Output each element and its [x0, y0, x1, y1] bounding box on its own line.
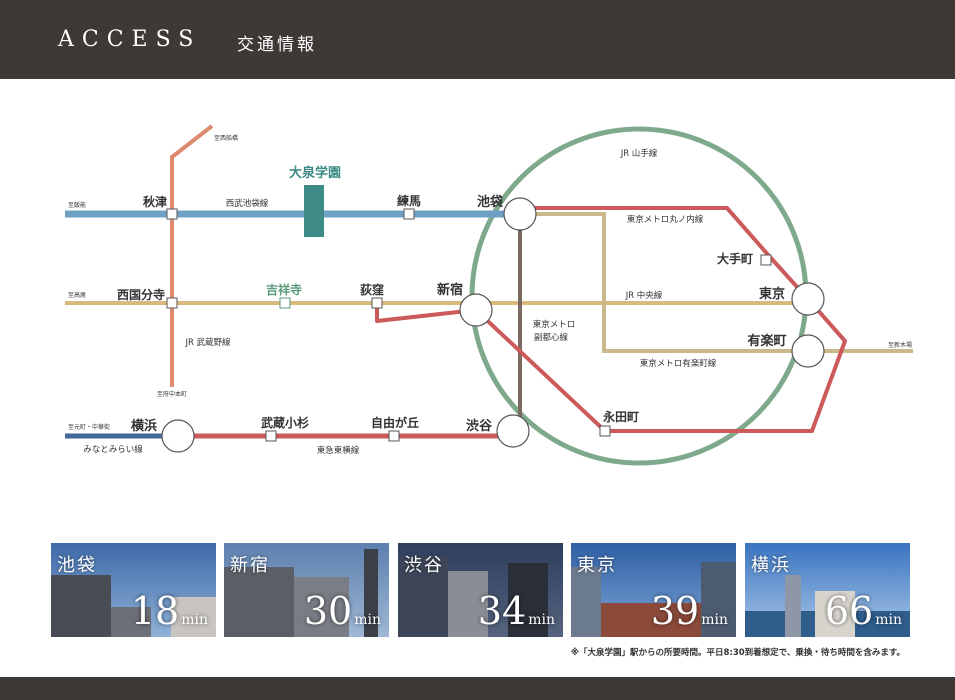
- akitsu-label: 秋津: [143, 194, 167, 209]
- tokyo-label: 東京: [759, 286, 785, 302]
- time-card-shinjuku: 新宿 30 min: [224, 543, 389, 637]
- footnote: ※「大泉学園」駅からの所要時間。平日8:30到着想定で、乗換・待ち時間を含みます…: [570, 648, 905, 658]
- oizumi-label: 大泉学園: [289, 165, 341, 181]
- yurakucho-line: [520, 212, 913, 353]
- time-card-station: 池袋: [57, 555, 97, 576]
- nerima-square: [403, 208, 415, 220]
- seibu-label: 西武池袋線: [226, 198, 269, 209]
- page-footer: [0, 677, 955, 700]
- yurakucho-circle: [791, 334, 825, 368]
- nerima-label: 練馬: [397, 193, 421, 208]
- time-card-station: 新宿: [230, 555, 270, 576]
- time-card-minutes: 39 min: [650, 589, 728, 633]
- time-card-tokyo: 東京 39 min: [571, 543, 736, 637]
- oizumi-marker: [304, 185, 324, 237]
- marunouchi-line: [375, 206, 847, 433]
- time-card-station: 横浜: [751, 555, 791, 576]
- jiyugaoka-square: [388, 430, 400, 442]
- direction-takao: 至高尾: [68, 291, 86, 299]
- direction-nishifunabashi: 至西船橋: [214, 134, 238, 142]
- shinjuku-circle: [459, 293, 493, 327]
- marunouchi-label: 東京メトロ丸ノ内線: [627, 214, 704, 225]
- time-card-ikebukuro: 池袋 18 min: [51, 543, 216, 637]
- yokohama-circle: [161, 419, 195, 453]
- kichijoji-square: [279, 297, 291, 309]
- direction-motomachi: 至元町・中華街: [68, 423, 110, 431]
- time-card-yokohama: 横浜 66 min: [745, 543, 910, 637]
- building-shape: [224, 567, 294, 637]
- shinjuku-label: 新宿: [437, 282, 463, 298]
- nishikokubunji-label: 西国分寺: [117, 287, 165, 302]
- direction-hanno: 至飯能: [68, 201, 86, 209]
- time-card-station: 渋谷: [404, 555, 444, 576]
- time-card-shibuya: 渋谷 34 min: [398, 543, 563, 637]
- tokyo-circle: [791, 282, 825, 316]
- jiyugaoka-label: 自由が丘: [371, 415, 419, 430]
- building-shape: [51, 575, 111, 637]
- page-title-en: ACCESS: [58, 27, 202, 52]
- tokyu-label: 東急東横線: [317, 445, 360, 456]
- fukutoshin-label-2: 副都心線: [534, 332, 569, 343]
- time-card-minutes: 18 min: [130, 589, 208, 633]
- yokohama-label: 横浜: [131, 418, 157, 434]
- ikebukuro-circle: [503, 197, 537, 231]
- route-map: 大泉学園 秋津 練馬 池袋 西国分寺 吉祥寺 荻窪 新宿 大手町 東京 有楽町 …: [65, 124, 913, 466]
- time-card-station: 東京: [577, 555, 617, 576]
- shibuya-label: 渋谷: [466, 418, 493, 434]
- nishikokubunji-square: [166, 297, 178, 309]
- otemachi-square: [760, 254, 772, 266]
- time-card-minutes: 66 min: [824, 589, 902, 633]
- ogikubo-label: 荻窪: [360, 282, 384, 297]
- time-card-minutes: 30 min: [303, 589, 381, 633]
- direction-shinkiba: 至新木場: [888, 341, 912, 349]
- yurakucho-label: 有楽町: [747, 333, 786, 349]
- building-shape: [571, 567, 601, 637]
- musashikosugi-label: 武蔵小杉: [261, 415, 309, 430]
- direction-fuchuhonmachi: 至府中本町: [157, 390, 187, 398]
- yurakucho-line-label: 東京メトロ有楽町線: [640, 358, 717, 369]
- otemachi-label: 大手町: [717, 251, 753, 266]
- minatomirai-label: みなとみらい線: [83, 444, 143, 455]
- akitsu-square: [166, 208, 178, 220]
- page-title-ja: 交通情報: [237, 35, 317, 55]
- ikebukuro-label: 池袋: [477, 194, 504, 210]
- page-header: ACCESS 交通情報: [0, 0, 955, 79]
- ogikubo-square: [371, 297, 383, 309]
- shibuya-circle: [496, 414, 530, 448]
- musashino-label: JR 武蔵野線: [184, 337, 231, 348]
- time-card-minutes: 34 min: [477, 589, 555, 633]
- nagatacho-square: [599, 425, 611, 437]
- kichijoji-label: 吉祥寺: [266, 282, 302, 297]
- building-shape: [785, 575, 801, 637]
- nagatacho-label: 永田町: [602, 409, 639, 424]
- chuo-label: JR 中央線: [625, 290, 663, 301]
- fukutoshin-label-1: 東京メトロ: [533, 319, 576, 330]
- musashikosugi-square: [265, 430, 277, 442]
- yamanote-label: JR 山手線: [620, 148, 658, 159]
